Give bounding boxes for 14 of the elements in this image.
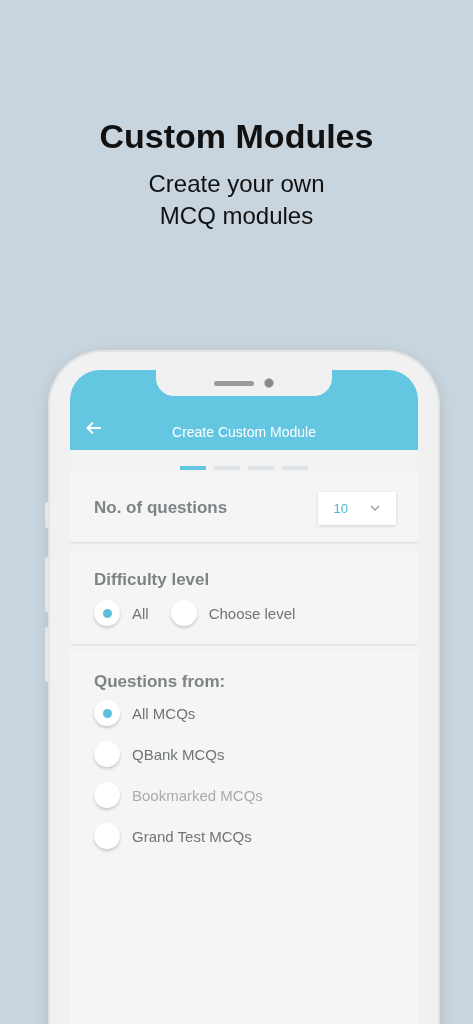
count-dropdown[interactable]: 10 xyxy=(317,491,396,525)
promo-subtitle: Create your own xyxy=(147,169,326,199)
section-label: Questions from: xyxy=(94,672,226,691)
option-label: All xyxy=(132,604,149,622)
option-label: Grand Test MCQs xyxy=(132,827,252,845)
screen-title: Create Custom Module xyxy=(172,424,316,440)
field-label: No. of questions xyxy=(94,498,228,518)
option-label: All MCQs xyxy=(132,704,196,722)
promo-title: Custom Modules xyxy=(98,116,375,156)
promo-subtitle: MCQ modules xyxy=(158,201,315,231)
option-label: Choose level xyxy=(208,604,296,622)
option-label: Bookmarked MCQs xyxy=(132,786,263,804)
section-label: Difficulty level xyxy=(94,570,210,589)
option-label: QBank MCQs xyxy=(132,745,225,763)
